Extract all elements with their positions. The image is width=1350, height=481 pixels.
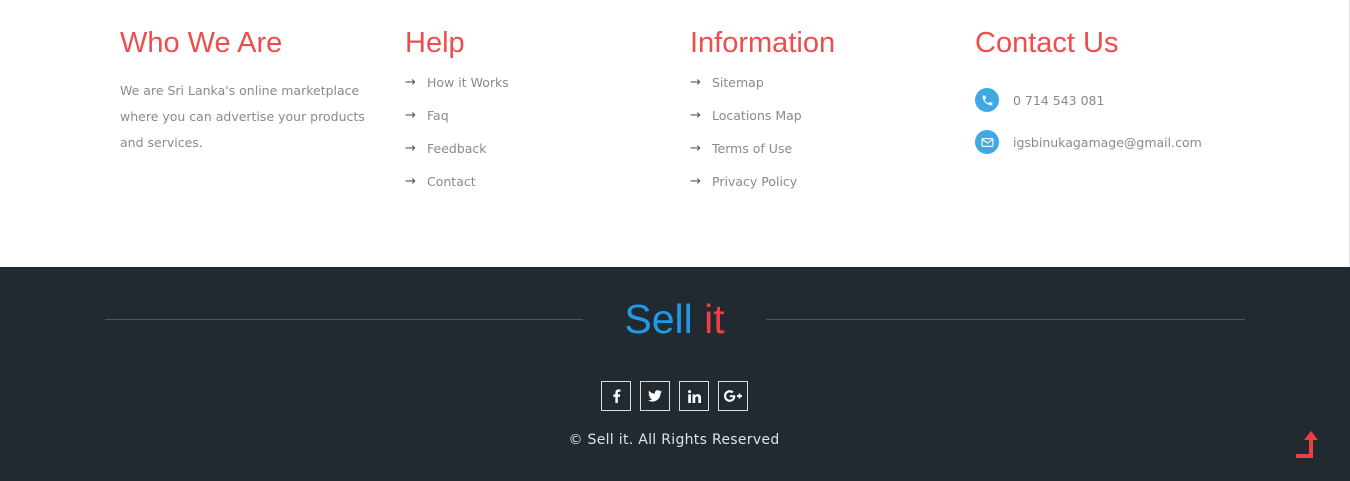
- who-we-are-heading: Who We Are: [120, 27, 283, 59]
- arrow-right-icon: →: [690, 141, 701, 156]
- phone-icon: [975, 88, 999, 112]
- information-links: → Sitemap → Locations Map → Terms of Use → P…: [690, 75, 940, 207]
- info-link-terms-of-use[interactable]: → Terms of Use: [690, 141, 940, 174]
- info-link-sitemap[interactable]: → Sitemap: [690, 75, 940, 108]
- divider-right: [766, 319, 1245, 320]
- brand-part-sell: Sell: [624, 296, 693, 342]
- arrow-right-icon: →: [405, 108, 416, 123]
- info-link-label[interactable]: Locations Map: [712, 108, 802, 123]
- copyright-text: © Sell it. All Rights Reserved: [568, 432, 780, 448]
- social-links: [601, 381, 748, 411]
- back-to-top-arrow-icon[interactable]: [1292, 429, 1322, 461]
- help-link-contact[interactable]: → Contact: [405, 174, 655, 207]
- linkedin-icon[interactable]: [679, 381, 709, 411]
- divider-left: [105, 319, 583, 320]
- twitter-icon[interactable]: [640, 381, 670, 411]
- contact-phone: 0 714 543 081: [975, 88, 1275, 112]
- who-we-are-column: Who We Are We are Sri Lanka's online mar…: [120, 26, 370, 156]
- help-link-faq[interactable]: → Faq: [405, 108, 655, 141]
- info-link-label[interactable]: Privacy Policy: [712, 174, 797, 189]
- contact-phone-number: 0 714 543 081: [1013, 92, 1105, 108]
- help-heading: Help: [405, 27, 465, 59]
- brand-part-it: it: [704, 296, 725, 342]
- arrow-right-icon: →: [405, 174, 416, 189]
- contact-email-address[interactable]: igsbinukagamage@gmail.com: [1013, 135, 1202, 150]
- arrow-right-icon: →: [690, 174, 701, 189]
- facebook-icon[interactable]: [601, 381, 631, 411]
- brand-logo[interactable]: Sell it: [583, 295, 766, 343]
- contact-us-column: Contact Us 0 714 543 081 igsbinukagamage…: [975, 26, 1275, 154]
- help-link-how-it-works[interactable]: → How it Works: [405, 75, 655, 108]
- information-column: Information → Sitemap → Locations Map → Ter…: [690, 26, 940, 207]
- who-we-are-text: We are Sri Lanka's online marketplace wh…: [120, 83, 365, 150]
- info-link-locations-map[interactable]: → Locations Map: [690, 108, 940, 141]
- help-links: → How it Works → Faq → Feedback → Contact: [405, 75, 655, 207]
- help-link-label[interactable]: Feedback: [427, 141, 487, 156]
- google-plus-icon[interactable]: [718, 381, 748, 411]
- arrow-right-icon: →: [405, 141, 416, 156]
- info-link-privacy-policy[interactable]: → Privacy Policy: [690, 174, 940, 207]
- contact-us-heading: Contact Us: [975, 27, 1119, 59]
- information-heading: Information: [690, 27, 836, 59]
- info-link-label[interactable]: Terms of Use: [712, 141, 792, 156]
- help-link-label[interactable]: Contact: [427, 174, 476, 189]
- contact-email: igsbinukagamage@gmail.com: [975, 130, 1275, 154]
- info-link-label[interactable]: Sitemap: [712, 75, 764, 90]
- footer-bottom-section: Sell it © Sell it. All Rights Reserved: [0, 267, 1350, 481]
- help-link-feedback[interactable]: → Feedback: [405, 141, 655, 174]
- footer-top-section: Who We Are We are Sri Lanka's online mar…: [0, 0, 1350, 267]
- help-link-label[interactable]: Faq: [427, 108, 449, 123]
- envelope-icon: [975, 130, 999, 154]
- arrow-right-icon: →: [405, 75, 416, 90]
- help-link-label[interactable]: How it Works: [427, 75, 509, 90]
- arrow-right-icon: →: [690, 108, 701, 123]
- arrow-right-icon: →: [690, 75, 701, 90]
- help-column: Help → How it Works → Faq → Feedback → Conta…: [405, 26, 655, 207]
